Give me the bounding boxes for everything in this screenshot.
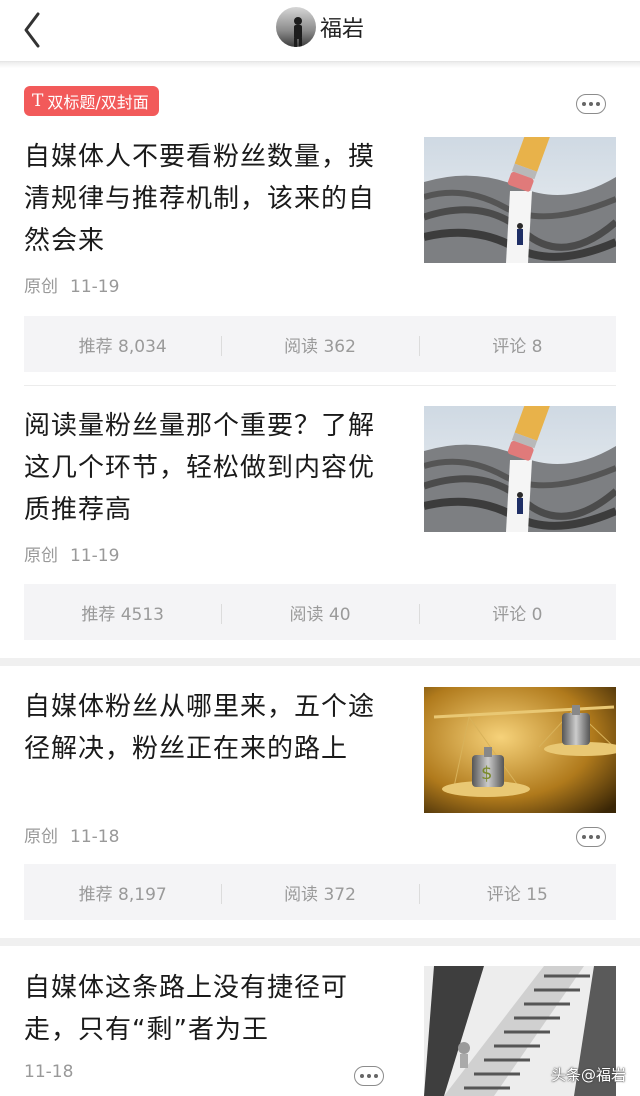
double-title-tag[interactable]: T 双标题/双封面 bbox=[24, 86, 159, 116]
section-gap bbox=[0, 938, 640, 946]
page-title: 福岩 bbox=[319, 17, 364, 42]
tag-label: 双标题/双封面 bbox=[47, 93, 149, 112]
read-count[interactable]: 阅读 372 bbox=[221, 880, 418, 905]
article-date: 11-19 bbox=[70, 546, 120, 566]
header-shadow bbox=[0, 62, 640, 68]
read-count[interactable]: 阅读 362 bbox=[221, 332, 418, 357]
divider bbox=[24, 385, 616, 386]
recommend-count[interactable]: 推荐 8,034 bbox=[24, 332, 221, 357]
comment-count[interactable]: 评论 15 bbox=[418, 880, 616, 905]
article-thumbnail[interactable]: $ bbox=[424, 687, 616, 813]
recommend-count[interactable]: 推荐 8,197 bbox=[24, 880, 221, 905]
more-options-button[interactable] bbox=[576, 827, 606, 847]
article-meta: 原创 11-19 bbox=[24, 541, 119, 566]
article-thumbnail[interactable] bbox=[424, 406, 616, 532]
article-title[interactable]: 阅读量粉丝量那个重要？了解这几个环节，轻松做到内容优质推荐高 bbox=[24, 405, 396, 531]
section-gap bbox=[0, 658, 640, 666]
top-nav-bar: 福岩 bbox=[0, 0, 640, 62]
comment-count[interactable]: 评论 8 bbox=[418, 332, 616, 357]
svg-text:$: $ bbox=[481, 763, 492, 784]
watermark: 头条@福岩 bbox=[550, 1066, 626, 1084]
article-meta: 原创 11-19 bbox=[24, 272, 119, 297]
comment-count[interactable]: 评论 0 bbox=[418, 600, 616, 625]
article-stats-bar: 推荐 8,197 阅读 372 评论 15 bbox=[24, 864, 616, 920]
article-meta: 原创 11-18 bbox=[24, 822, 119, 847]
article-date: 11-18 bbox=[70, 827, 120, 847]
article-title[interactable]: 自媒体人不要看粉丝数量，摸清规律与推荐机制，该来的自然会来 bbox=[24, 136, 396, 262]
read-count[interactable]: 阅读 40 bbox=[221, 600, 418, 625]
article-source: 原创 bbox=[24, 546, 58, 566]
article-thumbnail[interactable] bbox=[424, 137, 616, 263]
text-t-icon: T bbox=[32, 91, 44, 111]
article-source: 原创 bbox=[24, 277, 58, 297]
article-meta: 11-18 bbox=[24, 1062, 73, 1082]
article-stats-bar: 推荐 4513 阅读 40 评论 0 bbox=[24, 584, 616, 640]
article-title[interactable]: 自媒体粉丝从哪里来，五个途径解决，粉丝正在来的路上 bbox=[24, 686, 396, 770]
article-stats-bar: 推荐 8,034 阅读 362 评论 8 bbox=[24, 316, 616, 372]
more-options-button[interactable] bbox=[354, 1066, 384, 1086]
article-date: 11-19 bbox=[70, 277, 120, 297]
recommend-count[interactable]: 推荐 4513 bbox=[24, 600, 221, 625]
article-title[interactable]: 自媒体这条路上没有捷径可走，只有“剩”者为王 bbox=[24, 967, 396, 1051]
avatar[interactable] bbox=[275, 7, 316, 47]
article-date: 11-18 bbox=[24, 1062, 74, 1082]
more-options-button[interactable] bbox=[576, 94, 606, 114]
article-source: 原创 bbox=[24, 827, 58, 847]
